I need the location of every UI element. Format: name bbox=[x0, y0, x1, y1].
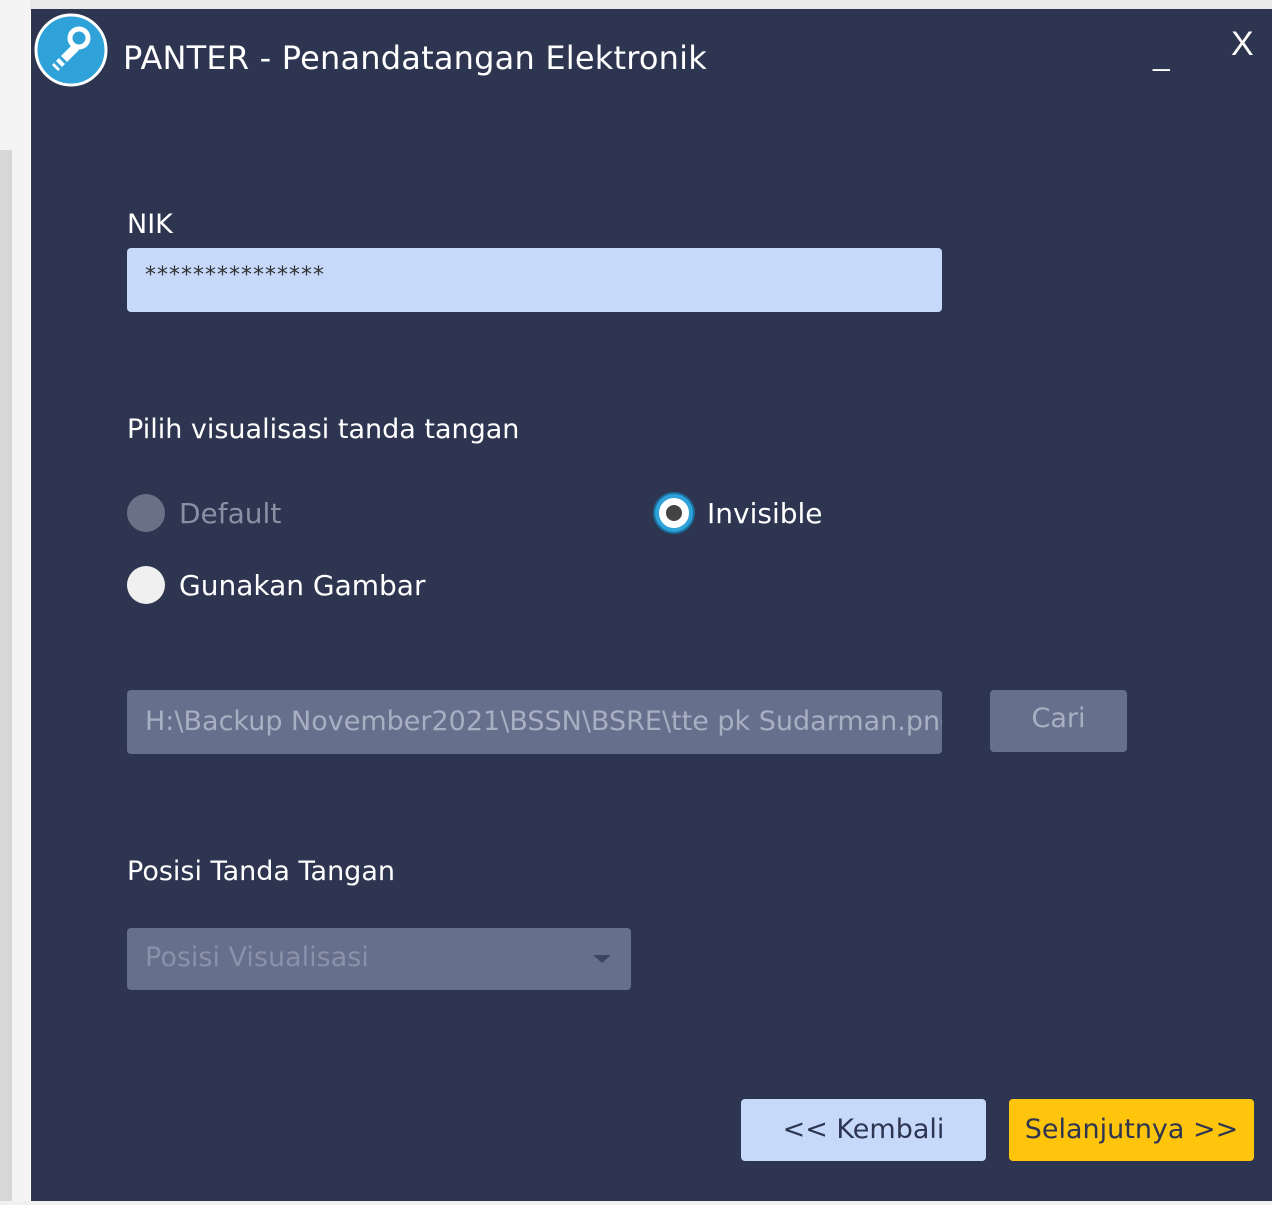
key-pen-logo-icon bbox=[34, 13, 108, 87]
back-button[interactable]: << Kembali bbox=[741, 1099, 986, 1161]
radio-invisible-indicator[interactable] bbox=[655, 494, 693, 532]
minimize-button[interactable]: _ bbox=[1153, 39, 1170, 73]
radio-default[interactable]: Default bbox=[127, 494, 281, 532]
chevron-down-icon bbox=[593, 955, 611, 963]
radio-invisible-label: Invisible bbox=[707, 496, 823, 530]
image-path-input[interactable]: H:\Backup November2021\BSSN\BSRE\tte pk … bbox=[127, 690, 942, 754]
nik-label: NIK bbox=[127, 209, 173, 240]
next-button[interactable]: Selanjutnya >> bbox=[1009, 1099, 1254, 1161]
radio-invisible[interactable]: Invisible bbox=[655, 494, 823, 532]
posisi-label: Posisi Tanda Tangan bbox=[127, 856, 395, 887]
close-button[interactable]: X bbox=[1231, 25, 1254, 64]
posisi-select-placeholder: Posisi Visualisasi bbox=[145, 942, 369, 973]
posisi-select[interactable]: Posisi Visualisasi bbox=[127, 928, 631, 990]
radio-gunakan-gambar-indicator[interactable] bbox=[127, 566, 165, 604]
background-app-bottom bbox=[0, 1201, 1272, 1205]
nik-input[interactable]: *************** bbox=[127, 248, 942, 312]
radio-gunakan-gambar[interactable]: Gunakan Gambar bbox=[127, 566, 425, 604]
radio-default-indicator[interactable] bbox=[127, 494, 165, 532]
cari-button[interactable]: Cari bbox=[990, 690, 1127, 752]
radio-gunakan-gambar-label: Gunakan Gambar bbox=[179, 568, 426, 602]
visualisasi-label: Pilih visualisasi tanda tangan bbox=[127, 414, 520, 445]
window-title: PANTER - Penandatangan Elektronik bbox=[123, 39, 707, 77]
background-app-scrollbar bbox=[0, 150, 12, 1205]
radio-default-label: Default bbox=[179, 496, 282, 530]
panter-dialog: PANTER - Penandatangan Elektronik _ X NI… bbox=[31, 9, 1272, 1201]
